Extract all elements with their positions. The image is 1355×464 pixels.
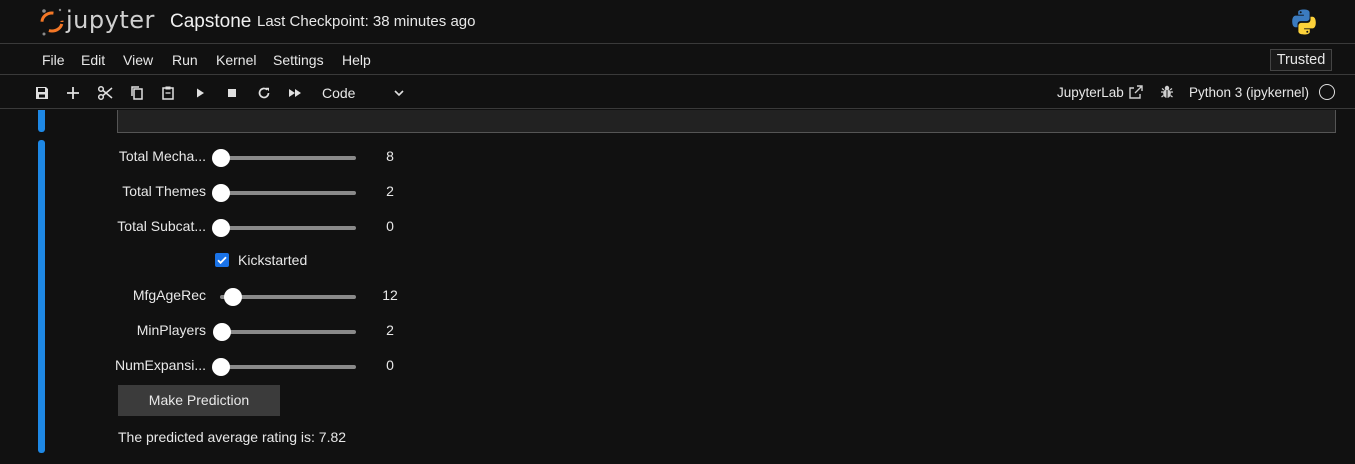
slider-label: Total Themes: [122, 183, 206, 199]
kickstarted-label[interactable]: Kickstarted: [238, 252, 307, 268]
fast-forward-icon: [289, 89, 301, 97]
checkpoint-status: Last Checkpoint: 38 minutes ago: [257, 13, 476, 30]
menu-help[interactable]: Help: [342, 52, 371, 68]
slider-num-expansions: NumExpansi... 0: [0, 354, 600, 378]
interrupt-kernel-button[interactable]: [222, 83, 242, 103]
slider-total-mechanics: Total Mecha... 8: [0, 145, 600, 169]
slider-value: 2: [386, 322, 394, 338]
cut-icon: [97, 85, 113, 101]
menu-kernel[interactable]: Kernel: [216, 52, 256, 68]
restart-kernel-button[interactable]: [254, 83, 274, 103]
prediction-output: The predicted average rating is: 7.82: [118, 429, 347, 445]
kickstarted-checkbox[interactable]: [215, 253, 229, 267]
top-bar: jupyter Capstone Last Checkpoint: 38 min…: [0, 0, 1355, 44]
stop-icon: [228, 89, 236, 97]
paste-button[interactable]: [158, 83, 178, 103]
kernel-status-icon: [1319, 84, 1335, 100]
slider-label: NumExpansi...: [114, 357, 206, 373]
trusted-indicator[interactable]: Trusted: [1270, 49, 1332, 71]
save-button[interactable]: [32, 83, 52, 103]
bug-icon[interactable]: [1159, 84, 1175, 100]
previous-cell-input[interactable]: [117, 110, 1336, 133]
add-cell-button[interactable]: [63, 83, 83, 103]
external-link-icon[interactable]: [1128, 84, 1144, 100]
slider-track[interactable]: [220, 226, 356, 230]
kernel-name[interactable]: Python 3 (ipykernel): [1189, 85, 1309, 100]
slider-handle[interactable]: [212, 184, 230, 202]
notebook-title[interactable]: Capstone: [170, 11, 251, 33]
slider-track[interactable]: [220, 156, 356, 160]
paste-icon: [162, 86, 174, 100]
slider-handle[interactable]: [212, 358, 230, 376]
menu-edit[interactable]: Edit: [81, 52, 105, 68]
slider-total-themes: Total Themes 2: [0, 180, 600, 204]
slider-label: Total Mecha...: [118, 148, 206, 164]
run-cell-button[interactable]: [190, 83, 210, 103]
restart-icon: [258, 87, 270, 99]
add-cell-icon: [67, 87, 79, 99]
make-prediction-button[interactable]: Make Prediction: [118, 385, 280, 416]
slider-label: MfgAgeRec: [132, 287, 206, 303]
chevron-down-icon: [394, 90, 404, 97]
slider-handle[interactable]: [213, 323, 232, 341]
slider-track[interactable]: [220, 330, 356, 334]
menu-bar: File Edit View Run Kernel Settings Help …: [0, 44, 1355, 75]
menu-file[interactable]: File: [42, 52, 65, 68]
jupyter-logo-text[interactable]: jupyter: [66, 6, 155, 34]
slider-handle[interactable]: [212, 219, 230, 237]
slider-track[interactable]: [220, 191, 356, 195]
menu-settings[interactable]: Settings: [273, 52, 324, 68]
run-icon: [197, 88, 204, 98]
previous-cell-indicator: [38, 110, 45, 132]
copy-icon: [131, 86, 143, 100]
slider-handle[interactable]: [224, 288, 243, 306]
menu-run[interactable]: Run: [172, 52, 198, 68]
slider-value: 0: [386, 357, 394, 373]
notebook-area: Total Mecha... 8 Total Themes 2 Total Su…: [0, 110, 1355, 464]
python-logo-icon: [1292, 9, 1316, 35]
run-all-button[interactable]: [285, 83, 305, 103]
slider-label: MinPlayers: [136, 322, 206, 338]
slider-value: 12: [382, 287, 398, 303]
cut-button[interactable]: [95, 83, 115, 103]
slider-handle[interactable]: [212, 149, 230, 167]
cell-type-dropdown[interactable]: Code: [316, 81, 412, 105]
slider-value: 8: [386, 148, 394, 164]
slider-track[interactable]: [220, 365, 356, 369]
checkbox-kickstarted: Kickstarted: [0, 249, 600, 273]
slider-value: 0: [386, 218, 394, 234]
slider-min-players: MinPlayers 2: [0, 319, 600, 343]
notebook-toolbar: Code JupyterLab Python 3 (ipykernel): [0, 76, 1355, 109]
copy-button[interactable]: [127, 83, 147, 103]
cell-type-label: Code: [322, 85, 356, 101]
save-icon: [36, 87, 48, 99]
menu-view[interactable]: View: [123, 52, 153, 68]
slider-label: Total Subcat...: [117, 218, 206, 234]
slider-value: 2: [386, 183, 394, 199]
checkmark-icon: [217, 256, 227, 265]
slider-mfg-age-rec: MfgAgeRec 12: [0, 284, 600, 308]
slider-total-subcategories: Total Subcat... 0: [0, 215, 600, 239]
jupyterlab-link[interactable]: JupyterLab: [1057, 85, 1124, 100]
